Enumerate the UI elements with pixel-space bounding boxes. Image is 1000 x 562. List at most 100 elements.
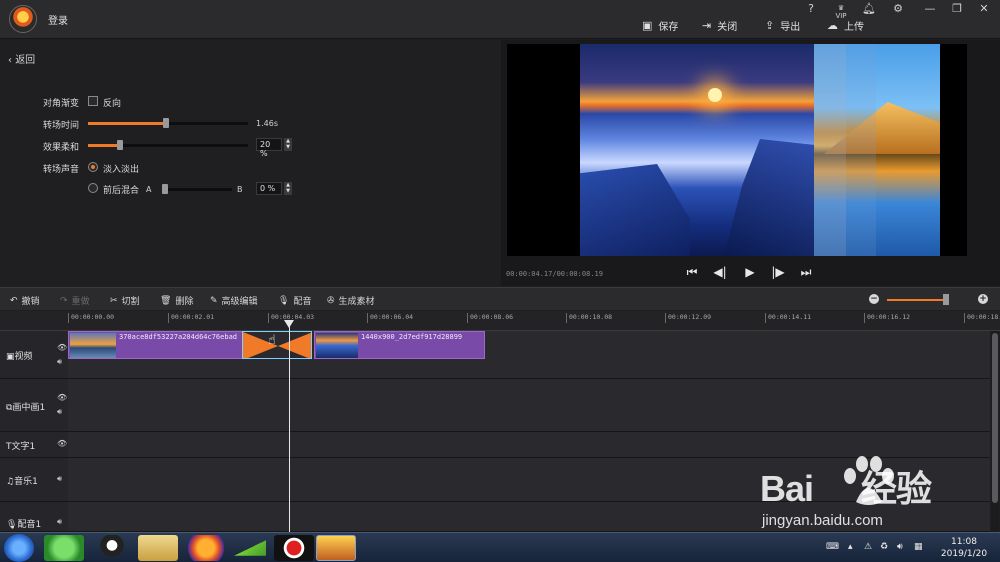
dub-button[interactable]: 🎙︎ 配音 — [278, 294, 311, 308]
next-frame-icon[interactable]: |▶ — [771, 265, 785, 279]
transition-audio-label: 转场声音 — [43, 165, 80, 175]
preview-panel: 00:00:04.17/00:00:08.19 ⏮ ◀| ▶ |▶ ⏭ — [501, 40, 1000, 286]
track-header-dub[interactable]: 🎙︎配音1 🔊︎ — [0, 502, 68, 532]
softness-thumb[interactable] — [117, 140, 123, 150]
mix-input[interactable]: 0 % — [256, 182, 282, 195]
preview-timecode: 00:00:04.17/00:00:08.19 — [506, 270, 603, 278]
mix-radio[interactable] — [88, 183, 98, 193]
video-clip[interactable]: 370ace8df53227a204d64c76ebad — [68, 331, 244, 359]
prev-frame-icon[interactable]: ◀| — [713, 265, 727, 279]
watermark-brand: Bai — [760, 468, 814, 509]
chevron-left-icon: ‹ — [8, 55, 12, 66]
track-header-text[interactable]: T文字1 👁︎ — [0, 432, 68, 458]
ruler-tick: 00:00:02.01 — [168, 313, 214, 323]
app-360-icon[interactable] — [44, 535, 84, 561]
skip-start-icon[interactable]: ⏮ — [685, 265, 699, 279]
redo-label: 重做 — [71, 297, 90, 307]
speaker-icon[interactable]: 🔊︎ — [57, 407, 62, 417]
redo-button[interactable]: ↷ 重做 — [60, 294, 90, 308]
save-button[interactable]: ▣ 保存 — [642, 18, 679, 33]
eye-icon[interactable]: 👁︎ — [57, 343, 67, 352]
minimize-icon[interactable]: — — [921, 2, 939, 15]
volume-icon[interactable]: 🔊︎ — [897, 542, 903, 552]
microphone-icon: 🎙︎ — [278, 295, 290, 306]
restore-icon[interactable]: ❐ — [948, 2, 966, 15]
timeline-scrollbar[interactable] — [991, 331, 999, 532]
back-button[interactable]: ‹ 返回 — [8, 51, 35, 66]
export-button[interactable]: ⇪ 导出 — [765, 18, 800, 33]
taskbar-clock[interactable]: 11:08 2019/1/20 — [938, 536, 990, 560]
zoom-out-icon[interactable]: − — [869, 294, 879, 304]
timeline-ruler[interactable]: 00:00:00.00 00:00:02.01 00:00:04.03 00:0… — [68, 311, 1000, 331]
playhead-line[interactable] — [289, 322, 290, 532]
track-header-video[interactable]: ▣视频 👁︎ 🔊︎ — [0, 331, 68, 379]
rock-left-shape — [580, 164, 690, 256]
transition-time-value: 1.46s — [256, 119, 278, 128]
softness-input[interactable]: 20 % — [256, 138, 282, 158]
play-icon[interactable]: ▶ — [743, 265, 757, 279]
pip-lane[interactable] — [68, 379, 990, 432]
eye-icon[interactable]: 👁︎ — [57, 393, 67, 402]
speaker-icon[interactable]: 🔊︎ — [57, 474, 62, 484]
gear-icon[interactable]: ⚙ — [889, 2, 907, 15]
media-player-icon[interactable] — [234, 540, 266, 556]
generate-material-button[interactable]: ✇ 生成素材 — [327, 294, 375, 308]
track-header-music[interactable]: ♫音乐1 🔊︎ — [0, 458, 68, 502]
cleanup-icon[interactable]: ♻ — [880, 542, 888, 552]
help-icon[interactable]: ? — [802, 2, 820, 15]
redo-icon: ↷ — [60, 295, 68, 306]
transition-block[interactable] — [242, 331, 312, 359]
fade-radio[interactable] — [88, 162, 98, 172]
exit-button[interactable]: ⇥ 关闭 — [702, 18, 737, 33]
zoom-slider[interactable] — [887, 299, 949, 301]
transition-strip — [846, 44, 876, 256]
qq-icon[interactable] — [92, 535, 132, 561]
track-header-pip[interactable]: ⧉画中画1 👁︎ 🔊︎ — [0, 379, 68, 432]
tray-expand-icon[interactable]: ▴ — [848, 542, 853, 552]
undo-icon: ↶ — [10, 295, 18, 306]
delete-button[interactable]: 🗑︎ 删除 — [160, 294, 193, 308]
zoom-in-icon[interactable]: + — [978, 294, 988, 304]
skip-end-icon[interactable]: ⏭ — [799, 265, 813, 279]
login-link[interactable]: 登录 — [48, 12, 68, 27]
clip-thumbnail — [70, 333, 116, 358]
generate-material-label: 生成素材 — [338, 297, 375, 307]
upload-button[interactable]: ☁ 上传 — [827, 18, 864, 33]
softness-slider[interactable] — [88, 140, 248, 150]
playhead-marker[interactable] — [284, 320, 294, 328]
file-explorer-icon[interactable] — [138, 535, 178, 561]
start-button[interactable] — [4, 534, 34, 562]
bell-icon[interactable]: 🔔︎ — [860, 2, 878, 15]
mix-slider[interactable] — [162, 184, 232, 194]
transition-time-slider[interactable] — [88, 118, 248, 128]
close-window-icon[interactable]: ✕ — [975, 2, 993, 15]
ruler-tick: 00:00:16.12 — [864, 313, 910, 323]
zoom-thumb[interactable] — [943, 294, 949, 305]
transition-strip — [814, 44, 846, 256]
video-clip[interactable]: 1440x900_2d7edf917d28899 — [314, 331, 485, 359]
alert-icon[interactable]: ⚠ — [864, 542, 872, 552]
softness-fill — [88, 144, 120, 147]
softness-label: 效果柔和 — [43, 143, 80, 153]
rock-right-shape — [724, 139, 814, 256]
firefox-icon[interactable] — [186, 535, 226, 561]
speaker-icon[interactable]: 🔊︎ — [57, 517, 62, 527]
save-label: 保存 — [658, 21, 679, 33]
undo-button[interactable]: ↶ 撤销 — [10, 294, 40, 308]
cut-button[interactable]: ✂ 切割 — [110, 294, 140, 308]
transition-time-thumb[interactable] — [163, 118, 170, 128]
softness-spinner[interactable]: ▲ ▼ — [284, 138, 292, 151]
keyboard-icon[interactable]: ⌨ — [826, 542, 839, 552]
advanced-edit-button[interactable]: ✎ 高级编辑 — [210, 294, 258, 308]
scrollbar-thumb[interactable] — [992, 333, 998, 503]
speaker-icon[interactable]: 🔊︎ — [57, 357, 62, 367]
transition-time-fill — [88, 122, 167, 125]
reverse-checkbox[interactable] — [88, 96, 98, 106]
video-editor-taskbar-icon[interactable] — [316, 535, 356, 561]
screen-recorder-icon[interactable] — [274, 535, 314, 561]
mix-thumb[interactable] — [162, 184, 168, 194]
mix-spinner[interactable]: ▲ ▼ — [284, 182, 292, 195]
baidu-watermark: Bai 经验 jingyan.baidu.com — [760, 456, 932, 529]
eye-icon[interactable]: 👁︎ — [57, 439, 67, 448]
network-icon[interactable]: ▦ — [914, 542, 923, 552]
